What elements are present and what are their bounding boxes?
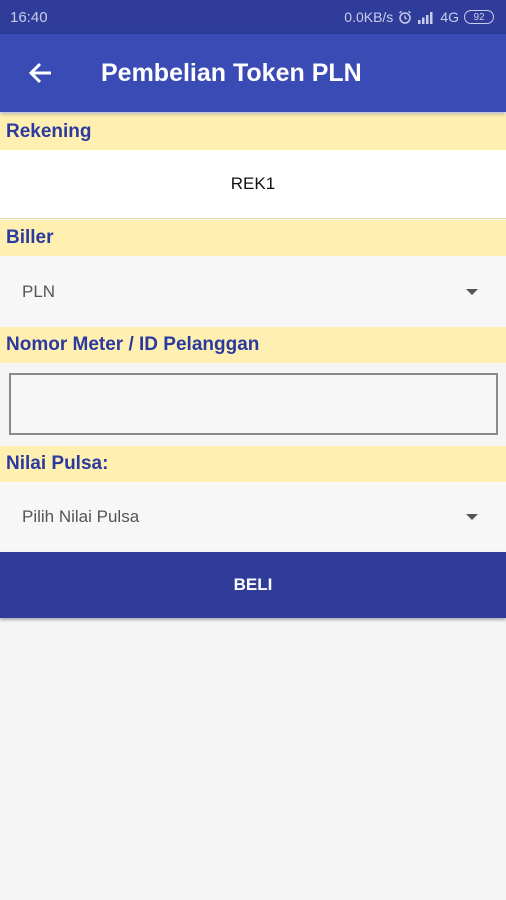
caret-down-icon xyxy=(466,289,478,295)
biller-label: Biller xyxy=(0,220,506,256)
biller-selected: PLN xyxy=(22,282,56,301)
status-indicators: 0.0KB/s 4G 92 xyxy=(344,9,494,25)
battery-icon: 92 xyxy=(464,10,494,24)
signal-icon xyxy=(418,11,433,24)
nilai-pulsa-dropdown[interactable]: Pilih Nilai Pulsa xyxy=(0,482,506,552)
page-title: Pembelian Token PLN xyxy=(101,58,362,87)
rekening-label: Rekening xyxy=(0,114,506,150)
biller-dropdown[interactable]: PLN xyxy=(0,257,506,327)
caret-down-icon xyxy=(466,514,478,520)
meter-label: Nomor Meter / ID Pelanggan xyxy=(0,327,506,363)
network-type: 4G xyxy=(440,9,459,25)
rekening-value: REK1 xyxy=(0,150,506,219)
back-button[interactable] xyxy=(12,45,68,101)
buy-button[interactable]: BELI xyxy=(0,552,506,618)
arrow-left-icon xyxy=(28,62,51,84)
nilai-pulsa-label: Nilai Pulsa: xyxy=(0,446,506,482)
nilai-pulsa-selected: Pilih Nilai Pulsa xyxy=(22,507,140,526)
meter-id-input[interactable] xyxy=(9,373,498,435)
alarm-icon xyxy=(399,10,412,24)
status-time: 16:40 xyxy=(10,8,48,26)
app-bar: Pembelian Token PLN xyxy=(0,34,506,112)
status-bar: 16:40 0.0KB/s 4G 92 xyxy=(0,0,506,34)
net-speed: 0.0KB/s xyxy=(344,9,394,25)
